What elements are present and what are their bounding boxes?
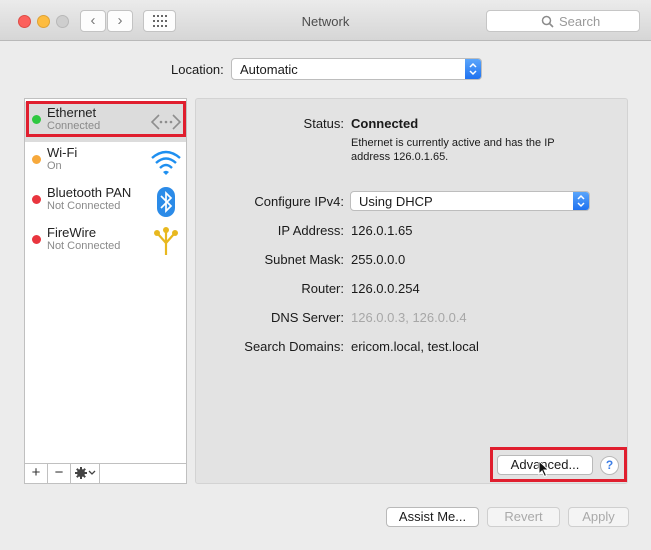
service-status: Not Connected — [47, 200, 121, 212]
up-down-arrows-icon — [577, 194, 585, 208]
service-item-wifi[interactable]: Wi-Fi On — [25, 142, 186, 182]
title-bar: ‹ › Network Search — [0, 0, 651, 41]
location-select[interactable]: Automatic — [231, 58, 482, 80]
apply-button[interactable]: Apply — [568, 507, 629, 527]
service-status: Not Connected — [47, 240, 121, 252]
search-placeholder: Search — [559, 14, 601, 29]
service-name: Wi-Fi — [47, 145, 78, 160]
advanced-highlight-box — [490, 447, 627, 482]
remove-service-button[interactable]: − — [48, 464, 71, 483]
service-name: FireWire — [47, 225, 97, 240]
status-dot — [32, 155, 41, 164]
network-preferences-window: ‹ › Network Search Location: Automatic E… — [0, 0, 651, 550]
service-list: Ethernet Connected Wi-Fi On Bluetooth PA… — [24, 98, 187, 484]
up-down-arrows-icon — [469, 62, 477, 76]
bluetooth-icon — [157, 187, 175, 217]
mouse-pointer-icon — [538, 460, 550, 478]
location-label: Location: — [171, 62, 224, 77]
action-menu-button[interactable] — [71, 464, 100, 483]
location-value: Automatic — [240, 62, 298, 77]
status-label: Status: — [303, 116, 344, 131]
status-dot — [32, 195, 41, 204]
configure-ipv4-value: Using DHCP — [359, 194, 433, 209]
subnet-mask-label: Subnet Mask: — [264, 252, 345, 267]
dns-server-value: 126.0.0.3, 126.0.0.4 — [351, 310, 467, 325]
firewire-icon — [154, 227, 178, 255]
status-description-line2: address 126.0.1.65. — [351, 151, 449, 163]
ethernet-highlight-box — [26, 101, 186, 137]
configure-ipv4-stepper — [573, 192, 589, 210]
search-domains-label: Search Domains: — [244, 339, 344, 354]
sidebar-toolbar: + − — [24, 463, 187, 484]
router-value: 126.0.0.254 — [351, 281, 420, 296]
router-label: Router: — [301, 281, 344, 296]
service-name: Bluetooth PAN — [47, 185, 132, 200]
location-stepper — [465, 59, 481, 79]
add-service-button[interactable]: + — [25, 464, 48, 483]
service-status: On — [47, 160, 62, 172]
search-domains-value: ericom.local, test.local — [351, 339, 479, 354]
status-dot — [32, 235, 41, 244]
service-item-bluetooth-pan[interactable]: Bluetooth PAN Not Connected — [25, 182, 186, 222]
dns-server-label: DNS Server: — [271, 310, 344, 325]
revert-button[interactable]: Revert — [487, 507, 560, 527]
gear-icon — [75, 467, 96, 479]
status-value: Connected — [351, 116, 419, 131]
search-icon — [541, 15, 554, 28]
ip-address-label: IP Address: — [277, 223, 344, 238]
configure-ipv4-select[interactable]: Using DHCP — [350, 191, 590, 211]
assist-me-button[interactable]: Assist Me... — [386, 507, 479, 527]
configure-ipv4-label: Configure IPv4: — [254, 194, 344, 209]
ip-address-value: 126.0.1.65 — [351, 223, 413, 238]
status-description-line1: Ethernet is currently active and has the… — [351, 137, 555, 149]
wifi-icon — [151, 150, 181, 175]
subnet-mask-value: 255.0.0.0 — [351, 252, 406, 267]
search-field[interactable]: Search — [486, 10, 640, 32]
service-item-firewire[interactable]: FireWire Not Connected — [25, 222, 186, 262]
